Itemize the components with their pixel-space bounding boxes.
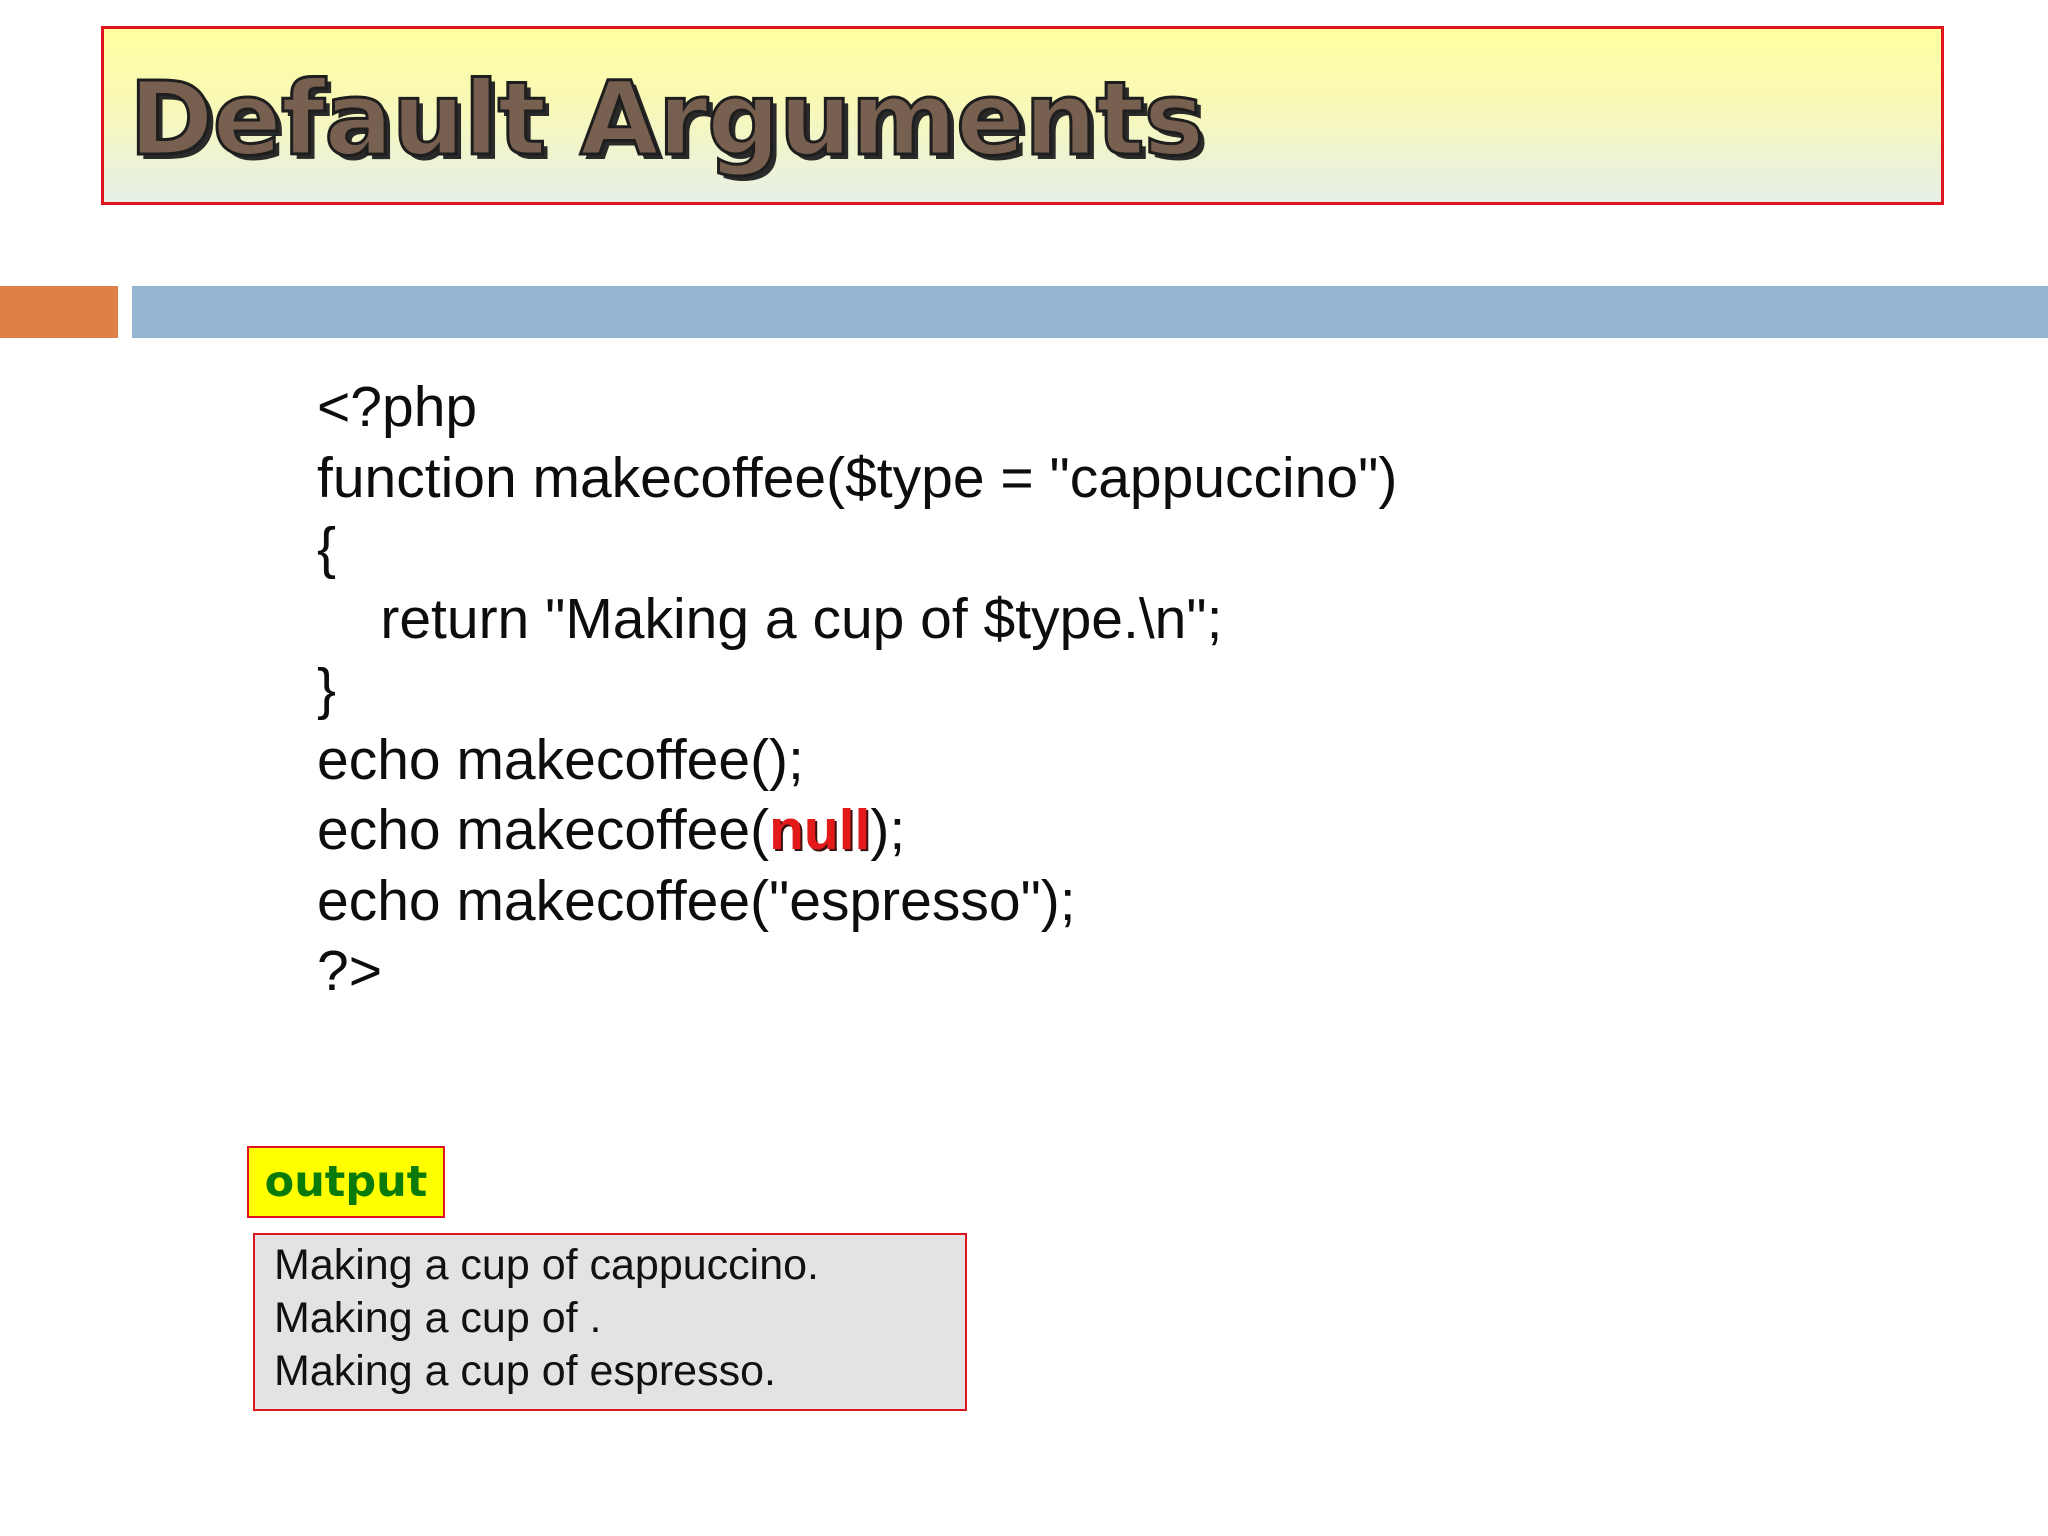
code-echo-null-suffix: ); bbox=[870, 798, 906, 862]
accent-bar-orange bbox=[0, 286, 118, 338]
slide-title: Default Arguments bbox=[127, 60, 1205, 179]
output-line-cappuccino: Making a cup of cappuccino. bbox=[274, 1241, 819, 1289]
code-line-php-close: ?> bbox=[317, 939, 382, 1003]
code-block: <?php function makecoffee($type = "cappu… bbox=[317, 372, 1397, 1007]
title-banner: Default Arguments bbox=[101, 26, 1944, 205]
output-line-null: Making a cup of . bbox=[274, 1294, 602, 1342]
code-echo-null-prefix: echo makecoffee( bbox=[317, 798, 770, 862]
output-label: output bbox=[247, 1146, 445, 1218]
output-line-espresso: Making a cup of espresso. bbox=[274, 1347, 776, 1395]
code-line-php-open: <?php bbox=[317, 375, 478, 439]
code-line-return: return "Making a cup of $type.\n"; bbox=[317, 586, 1223, 651]
code-line-echo-null: echo makecoffee(null); bbox=[317, 795, 1397, 866]
null-keyword: null bbox=[769, 798, 871, 862]
accent-bar-blue bbox=[132, 286, 2048, 338]
code-line-function-signature: function makecoffee($type = "cappuccino"… bbox=[317, 445, 1398, 510]
code-line-echo-default: echo makecoffee(); bbox=[317, 727, 804, 792]
code-line-echo-espresso: echo makecoffee("espresso"); bbox=[317, 868, 1076, 933]
code-line-open-brace: { bbox=[317, 516, 337, 580]
output-box: Making a cup of cappuccino. Making a cup… bbox=[253, 1233, 967, 1411]
code-line-close-brace: } bbox=[317, 657, 337, 721]
